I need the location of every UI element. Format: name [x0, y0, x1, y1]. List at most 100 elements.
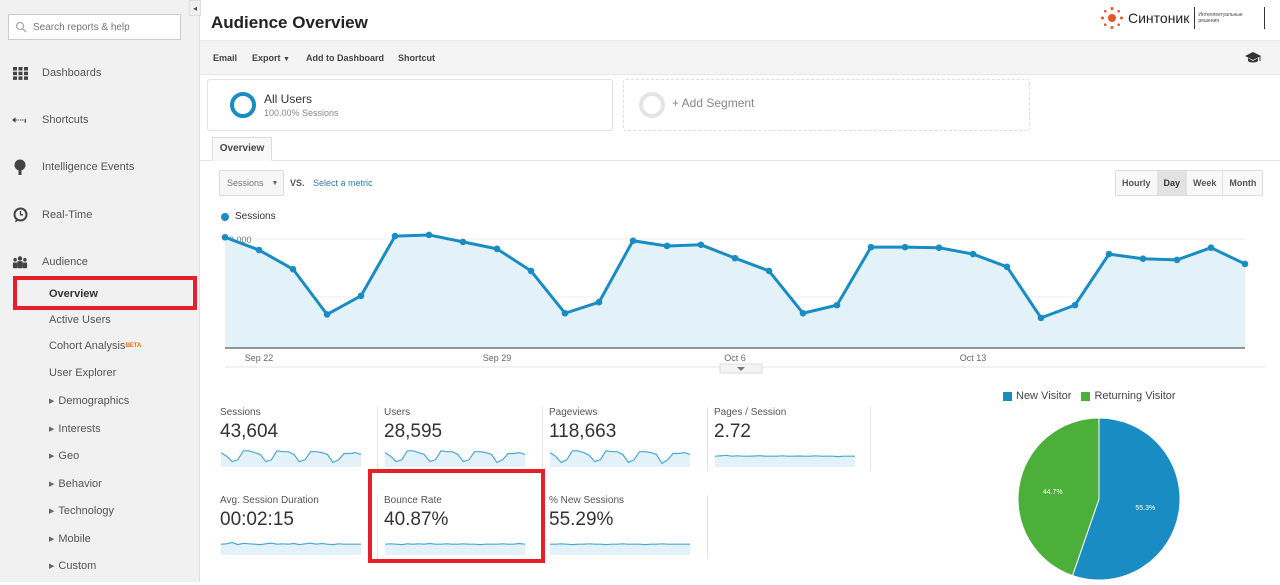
card-divider [377, 407, 378, 471]
metric-card-pages-session[interactable]: Pages / Session 2.72 [714, 407, 872, 477]
data-point[interactable] [357, 292, 365, 300]
tab-divider [200, 160, 1280, 161]
nav-audience[interactable]: Audience [0, 250, 200, 274]
data-point[interactable] [935, 244, 943, 251]
vs-label: VS. [290, 178, 305, 188]
add-segment-button[interactable]: + Add Segment [623, 79, 1030, 131]
sidebar-item-mobile[interactable]: ▶ Mobile [49, 531, 91, 547]
sidebar-item-technology[interactable]: ▶ Technology [49, 503, 114, 519]
metric-value: 28,595 [384, 421, 443, 442]
data-point[interactable] [1139, 255, 1147, 263]
metric-card-pageviews[interactable]: Pageviews 118,663 [549, 407, 707, 477]
logo-dots-icon [1101, 7, 1123, 29]
logo-divider [1264, 7, 1266, 29]
period-hourly-button[interactable]: Hourly [1116, 171, 1158, 195]
data-point[interactable] [799, 309, 807, 317]
data-point[interactable] [323, 311, 331, 318]
sidebar-item-demographics[interactable]: ▶ Demographics [49, 393, 129, 409]
data-point[interactable] [459, 238, 467, 246]
chart-legend: Sessions [221, 211, 276, 222]
data-point[interactable] [493, 245, 501, 253]
item-label: Geo [58, 450, 80, 462]
data-point[interactable] [1105, 250, 1113, 258]
item-label: Active Users [49, 314, 111, 326]
data-point[interactable] [255, 246, 263, 254]
data-point[interactable] [1207, 244, 1215, 251]
metric-label: Sessions [220, 407, 261, 418]
data-point[interactable] [663, 242, 671, 250]
data-point[interactable] [629, 237, 637, 245]
data-point[interactable] [765, 267, 773, 275]
beta-badge: BETA [125, 343, 142, 349]
segment-all-users[interactable]: All Users 100.00% Sessions [207, 79, 613, 131]
data-point[interactable] [867, 243, 875, 251]
data-point[interactable] [969, 250, 977, 258]
data-point[interactable] [1037, 314, 1045, 322]
logo-tagline: Интеллектуальные решения [1198, 12, 1243, 24]
data-point[interactable] [833, 301, 841, 309]
expand-triangle-icon: ▶ [49, 398, 55, 405]
data-point[interactable] [527, 267, 535, 275]
period-day-button[interactable]: Day [1157, 171, 1188, 195]
search-input[interactable] [33, 21, 173, 33]
select-metric-link[interactable]: Select a metric [313, 178, 373, 188]
metric-value: 2.72 [714, 421, 751, 442]
data-point[interactable] [697, 241, 705, 249]
data-point[interactable] [289, 265, 297, 273]
nav-real-time[interactable]: Real-Time [0, 203, 200, 227]
logo-name: Синтоник [1128, 10, 1190, 26]
segment-title: All Users [264, 92, 313, 106]
collapse-sidebar-button[interactable]: ◂ [189, 0, 201, 16]
export-button[interactable]: Export ▼ [252, 53, 290, 63]
metric-label: % New Sessions [549, 495, 625, 506]
x-tick-label: Oct 13 [960, 353, 987, 363]
email-button[interactable]: Email [213, 53, 237, 63]
nav-intelligence-events[interactable]: Intelligence Events [0, 155, 200, 179]
metric-select-dropdown[interactable]: Sessions ▼ [219, 170, 284, 196]
sidebar-item-behavior[interactable]: ▶ Behavior [49, 476, 102, 492]
report-toolbar: Email Export ▼ Add to Dashboard Shortcut [200, 40, 1280, 75]
pie-slice-label: 44.7% [1043, 489, 1063, 496]
metric-card-new-sessions[interactable]: % New Sessions 55.29% [549, 495, 707, 565]
graduation-cap-icon[interactable] [1244, 51, 1262, 64]
data-point[interactable] [901, 243, 909, 251]
sidebar-item-interests[interactable]: ▶ Interests [49, 421, 101, 437]
metric-card-users[interactable]: Users 28,595 [384, 407, 542, 477]
period-month-button[interactable]: Month [1223, 171, 1263, 195]
sidebar-item-geo[interactable]: ▶ Geo [49, 448, 79, 464]
data-point[interactable] [595, 298, 603, 306]
nav-shortcuts[interactable]: Shortcuts [0, 108, 200, 132]
data-point[interactable] [561, 309, 569, 317]
data-point[interactable] [1003, 263, 1011, 271]
data-point[interactable] [1241, 260, 1249, 268]
expand-triangle-icon: ▶ [49, 563, 55, 570]
metric-card-avg-session-duration[interactable]: Avg. Session Duration 00:02:15 [220, 495, 378, 565]
data-point[interactable] [1071, 301, 1079, 309]
metric-label: Pages / Session [714, 407, 787, 418]
item-label: Technology [58, 505, 115, 517]
sidebar-item-cohort-analysis[interactable]: Cohort AnalysisBETA [49, 338, 141, 354]
data-point[interactable] [425, 231, 433, 239]
data-point[interactable] [391, 232, 399, 240]
highlight-box-bounce-rate [368, 469, 545, 563]
metric-value: 55.29% [549, 509, 614, 530]
shortcut-button[interactable]: Shortcut [398, 53, 435, 63]
search-box[interactable] [8, 14, 181, 40]
sidebar-item-user-explorer[interactable]: User Explorer [49, 365, 116, 381]
add-to-dashboard-button[interactable]: Add to Dashboard [306, 53, 384, 63]
sidebar-item-active-users[interactable]: Active Users [49, 312, 111, 328]
item-label: Demographics [58, 395, 130, 407]
data-point[interactable] [731, 254, 739, 262]
expand-triangle-icon: ▶ [49, 508, 55, 515]
sidebar-item-custom[interactable]: ▶ Custom [49, 558, 96, 574]
chevron-down-icon: ▼ [271, 179, 279, 187]
tab-overview[interactable]: Overview [212, 137, 272, 161]
sessions-line-chart: 1,0002,000Sep 22Sep 29Oct 6Oct 13 [221, 231, 1265, 374]
data-point[interactable] [1173, 256, 1181, 264]
data-point[interactable] [221, 233, 229, 241]
nav-label: Shortcuts [42, 114, 89, 126]
metric-card-sessions[interactable]: Sessions 43,604 [220, 407, 378, 477]
period-week-button[interactable]: Week [1187, 171, 1224, 195]
nav-dashboards[interactable]: Dashboards [0, 61, 200, 85]
legend-new-visitor: New Visitor [1003, 390, 1071, 402]
